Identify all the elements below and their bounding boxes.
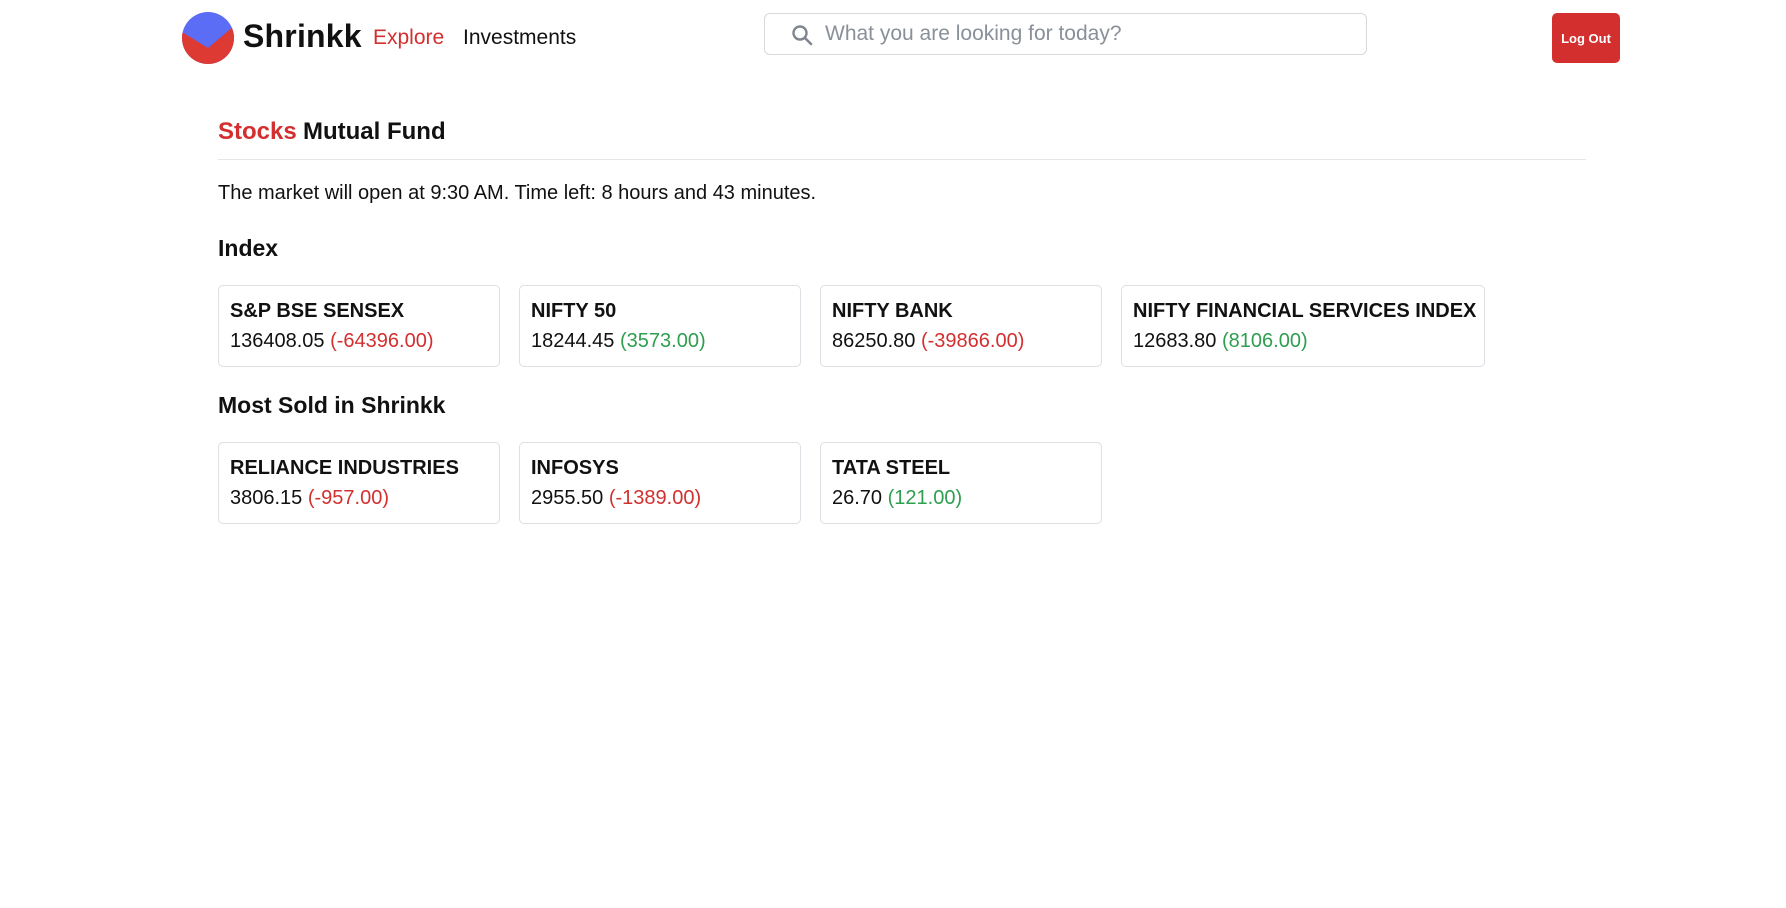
stock-card-tata-steel[interactable]: TATA STEEL 26.70 (121.00) [820, 442, 1102, 524]
card-change: (-1389.00) [608, 487, 702, 509]
card-change: (8106.00) [1221, 330, 1308, 352]
card-change: (121.00) [887, 487, 963, 509]
card-price: 12683.80 [1133, 330, 1217, 352]
card-title: NIFTY 50 [531, 300, 617, 322]
index-card-nifty-bank[interactable]: NIFTY BANK 86250.80 (-39866.00) [820, 285, 1102, 367]
card-value: 18244.45 (3573.00) [531, 330, 706, 353]
card-price: 18244.45 [531, 330, 615, 352]
card-price: 3806.15 [230, 487, 303, 509]
index-card-sensex[interactable]: S&P BSE SENSEX 136408.05 (-64396.00) [218, 285, 500, 367]
asset-type-tabs: Stocks Mutual Fund [218, 114, 1586, 160]
market-status-message: The market will open at 9:30 AM. Time le… [218, 182, 817, 204]
card-value: 12683.80 (8106.00) [1133, 330, 1308, 353]
card-price: 26.70 [832, 487, 883, 509]
card-price: 86250.80 [832, 330, 916, 352]
most-sold-section-title: Most Sold in Shrinkk [218, 392, 446, 418]
card-title: NIFTY BANK [832, 300, 953, 322]
nav-explore-link[interactable]: Explore [373, 26, 444, 50]
shrinkk-logo-icon[interactable] [182, 12, 234, 64]
nav-investments-link[interactable]: Investments [463, 26, 576, 50]
search-icon [791, 24, 813, 46]
card-title: NIFTY FINANCIAL SERVICES INDEX [1133, 300, 1477, 322]
logout-button[interactable]: Log Out [1552, 13, 1620, 63]
card-title: INFOSYS [531, 457, 619, 479]
card-change: (-957.00) [307, 487, 390, 509]
card-title: RELIANCE INDUSTRIES [230, 457, 459, 479]
search-box[interactable] [764, 13, 1367, 55]
stock-card-infosys[interactable]: INFOSYS 2955.50 (-1389.00) [519, 442, 801, 524]
card-price: 2955.50 [531, 487, 604, 509]
card-value: 2955.50 (-1389.00) [531, 487, 701, 510]
card-change: (3573.00) [619, 330, 706, 352]
card-value: 136408.05 (-64396.00) [230, 330, 434, 353]
index-card-nifty-financial-services[interactable]: NIFTY FINANCIAL SERVICES INDEX 12683.80 … [1121, 285, 1485, 367]
search-input[interactable] [825, 14, 1355, 54]
card-price: 136408.05 [230, 330, 325, 352]
card-value: 26.70 (121.00) [832, 487, 962, 510]
card-value: 3806.15 (-957.00) [230, 487, 389, 510]
top-navbar: Shrinkk Explore Investments Log Out [0, 0, 1786, 78]
tab-mutual-fund[interactable]: Mutual Fund [303, 118, 446, 146]
index-section-title: Index [218, 235, 279, 261]
card-value: 86250.80 (-39866.00) [832, 330, 1024, 353]
card-change: (-64396.00) [330, 330, 434, 352]
stock-card-reliance-industries[interactable]: RELIANCE INDUSTRIES 3806.15 (-957.00) [218, 442, 500, 524]
index-card-nifty-50[interactable]: NIFTY 50 18244.45 (3573.00) [519, 285, 801, 367]
tab-stocks[interactable]: Stocks [218, 118, 297, 146]
card-change: (-39866.00) [920, 330, 1025, 352]
card-title: TATA STEEL [832, 457, 951, 479]
brand-name[interactable]: Shrinkk [243, 18, 362, 55]
card-title: S&P BSE SENSEX [230, 300, 405, 322]
